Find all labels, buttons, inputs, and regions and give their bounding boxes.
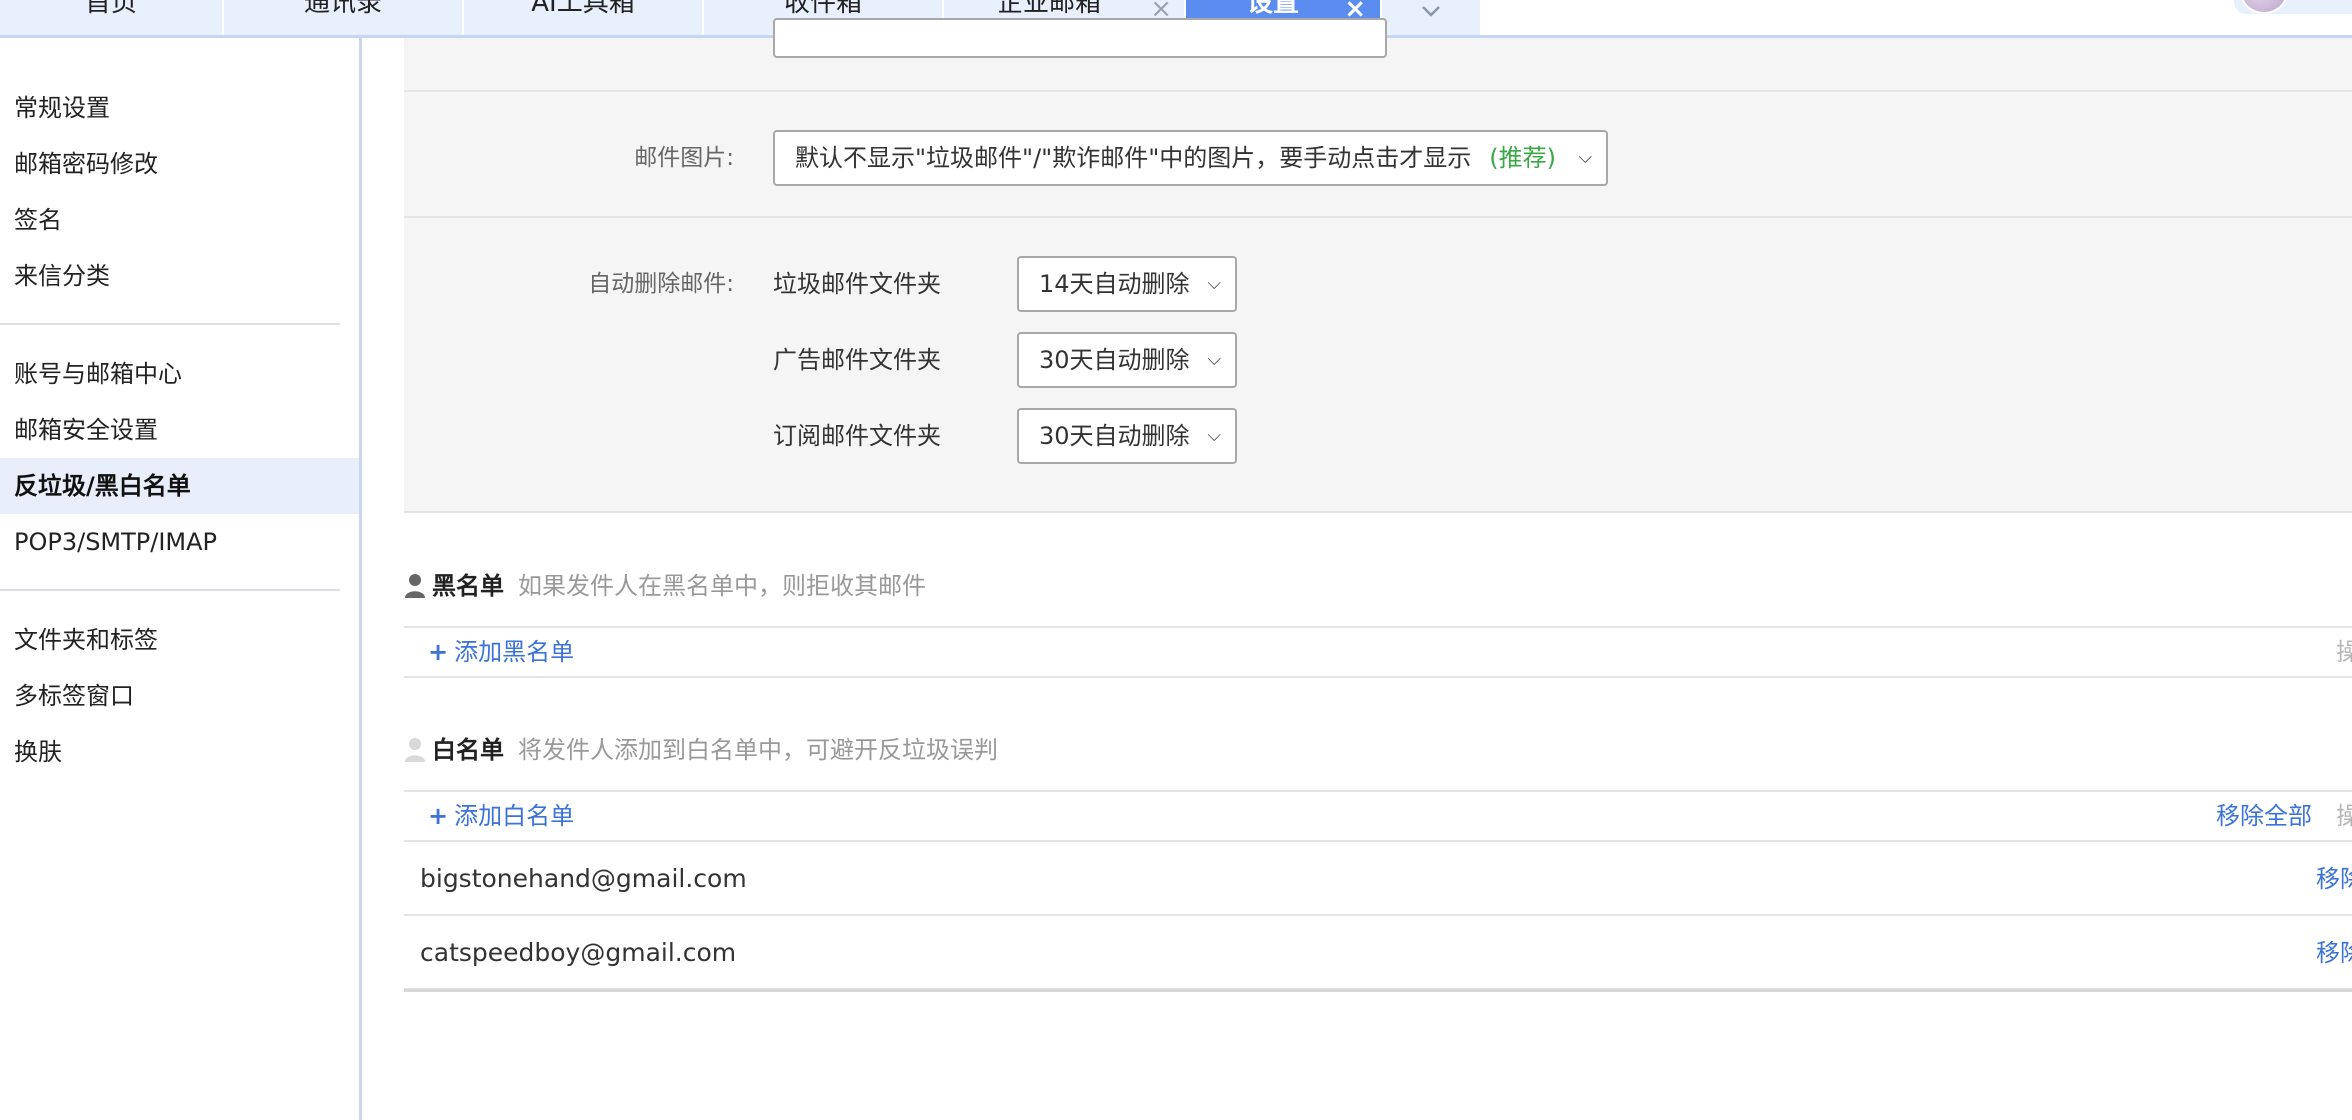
subscription-folder-select[interactable]: 30天自动删除 ⌵ xyxy=(1017,408,1237,464)
ad-folder-value: 30天自动删除 xyxy=(1039,346,1190,374)
cut-off-select[interactable] xyxy=(773,18,1387,58)
chevron-down-icon: ⌵ xyxy=(1578,147,1592,168)
person-icon xyxy=(405,738,425,762)
sidebar-item-multi-tab[interactable]: 多标签窗口 xyxy=(0,668,359,724)
whitelist-description: 将发件人添加到白名单中，可避开反垃圾误判 xyxy=(518,736,998,764)
operation-header: 操 xyxy=(2336,638,2352,666)
antispam-settings-panel: 邮件图片: 默认不显示"垃圾邮件"/"欺诈邮件"中的图片，要手动点击才显示 (推荐… xyxy=(404,18,2352,513)
spam-folder-label: 垃圾邮件文件夹 xyxy=(773,270,941,298)
ad-folder-select[interactable]: 30天自动删除 ⌵ xyxy=(1017,332,1237,388)
tab-ai-toolbox[interactable]: AI工具箱 xyxy=(464,0,704,35)
tab-contacts[interactable]: 通讯录 xyxy=(224,0,464,35)
whitelist-row: bigstonehand@gmail.com 移除 xyxy=(404,842,2352,916)
sidebar-item-label: 邮箱密码修改 xyxy=(14,150,158,178)
remove-link[interactable]: 移除 xyxy=(2316,842,2352,916)
sidebar-item-label: 多标签窗口 xyxy=(14,682,134,710)
chevron-down-icon: ⌵ xyxy=(1207,273,1221,294)
sidebar-item-mail-sorting[interactable]: 来信分类 xyxy=(0,248,359,304)
sidebar-divider xyxy=(0,589,340,591)
operation-header: 操 xyxy=(2336,802,2352,830)
blacklist-toolbar: + 添加黑名单 操 xyxy=(404,626,2352,678)
sidebar-item-label: 邮箱安全设置 xyxy=(14,416,158,444)
whitelist-title: 白名单 将发件人添加到白名单中，可避开反垃圾误判 xyxy=(404,730,998,765)
settings-sidebar: 常规设置 邮箱密码修改 签名 来信分类 账号与邮箱中心 邮箱安全设置 反垃圾/黑… xyxy=(0,38,362,1120)
person-icon xyxy=(405,574,425,598)
add-whitelist-label: 添加白名单 xyxy=(454,802,575,830)
sidebar-item-label: 换肤 xyxy=(14,738,62,766)
settings-main: 邮件图片: 默认不显示"垃圾邮件"/"欺诈邮件"中的图片，要手动点击才显示 (推荐… xyxy=(365,18,2352,1120)
whitelist-row: catspeedboy@gmail.com 移除 xyxy=(404,916,2352,990)
chevron-down-icon: ⌵ xyxy=(1207,349,1221,370)
tab-label: 通讯录 xyxy=(303,0,382,18)
plus-icon: + xyxy=(428,638,449,666)
sidebar-item-label: 文件夹和标签 xyxy=(14,626,158,654)
subscription-folder-value: 30天自动删除 xyxy=(1039,422,1190,450)
row-separator xyxy=(404,216,2352,218)
avatar[interactable] xyxy=(2240,0,2288,14)
sidebar-item-signature[interactable]: 签名 xyxy=(0,192,359,248)
sidebar-item-account-center[interactable]: 账号与邮箱中心 xyxy=(0,346,359,402)
mail-images-select[interactable]: 默认不显示"垃圾邮件"/"欺诈邮件"中的图片，要手动点击才显示 (推荐) ⌵ xyxy=(773,130,1608,186)
row-separator xyxy=(404,90,2352,92)
remove-all-link[interactable]: 移除全部 xyxy=(2216,792,2312,840)
ad-folder-label: 广告邮件文件夹 xyxy=(773,346,941,374)
sidebar-item-label: 反垃圾/黑白名单 xyxy=(14,472,191,500)
add-blacklist-link[interactable]: + 添加黑名单 xyxy=(428,628,574,676)
sidebar-divider xyxy=(0,323,340,325)
sidebar-item-pop3-smtp-imap[interactable]: POP3/SMTP/IMAP xyxy=(0,514,359,570)
tab-overflow-button[interactable] xyxy=(1382,0,1480,35)
tab-label: 企业邮箱 xyxy=(996,0,1101,18)
sidebar-item-folders-labels[interactable]: 文件夹和标签 xyxy=(0,612,359,668)
blacklist-title: 黑名单 如果发件人在黑名单中，则拒收其邮件 xyxy=(404,566,926,601)
sidebar-item-skin[interactable]: 换肤 xyxy=(0,724,359,780)
mail-images-value: 默认不显示"垃圾邮件"/"欺诈邮件"中的图片，要手动点击才显示 xyxy=(795,144,1472,172)
tab-label: 设置 xyxy=(1246,0,1299,18)
chevron-down-icon xyxy=(1422,6,1440,17)
tab-label: 收件箱 xyxy=(783,0,862,18)
sidebar-item-security[interactable]: 邮箱安全设置 xyxy=(0,402,359,458)
tab-label: 首页 xyxy=(84,0,137,18)
recommend-tag: (推荐) xyxy=(1489,144,1556,172)
sidebar-item-antispam[interactable]: 反垃圾/黑白名单 xyxy=(0,458,359,514)
blacklist-description: 如果发件人在黑名单中，则拒收其邮件 xyxy=(518,572,926,600)
whitelist-heading: 白名单 xyxy=(432,736,504,764)
subscription-folder-label: 订阅邮件文件夹 xyxy=(773,422,941,450)
sidebar-item-label: 签名 xyxy=(14,206,62,234)
whitelist-email: bigstonehand@gmail.com xyxy=(420,864,747,893)
mail-images-label: 邮件图片: xyxy=(634,145,734,171)
chevron-down-icon: ⌵ xyxy=(1207,425,1221,446)
add-whitelist-link[interactable]: + 添加白名单 xyxy=(428,792,574,840)
auto-delete-label: 自动删除邮件: xyxy=(588,271,734,297)
account-menu[interactable] xyxy=(2234,0,2352,14)
sidebar-item-label: 账号与邮箱中心 xyxy=(14,360,182,388)
spam-folder-select[interactable]: 14天自动删除 ⌵ xyxy=(1017,256,1237,312)
plus-icon: + xyxy=(428,802,449,830)
add-blacklist-label: 添加黑名单 xyxy=(454,638,575,666)
whitelist-email: catspeedboy@gmail.com xyxy=(420,938,737,967)
sidebar-item-general[interactable]: 常规设置 xyxy=(0,80,359,136)
sidebar-item-label: POP3/SMTP/IMAP xyxy=(14,528,218,556)
blacklist-heading: 黑名单 xyxy=(432,572,504,600)
list-bottom-border xyxy=(404,989,2352,992)
spam-folder-value: 14天自动删除 xyxy=(1039,270,1190,298)
tab-home[interactable]: 首页 xyxy=(0,0,224,35)
sidebar-item-label: 常规设置 xyxy=(14,94,110,122)
sidebar-item-password[interactable]: 邮箱密码修改 xyxy=(0,136,359,192)
sidebar-item-label: 来信分类 xyxy=(14,262,110,290)
tab-label: AI工具箱 xyxy=(531,0,635,18)
whitelist-toolbar: + 添加白名单 移除全部 操 xyxy=(404,790,2352,842)
remove-link[interactable]: 移除 xyxy=(2316,916,2352,990)
